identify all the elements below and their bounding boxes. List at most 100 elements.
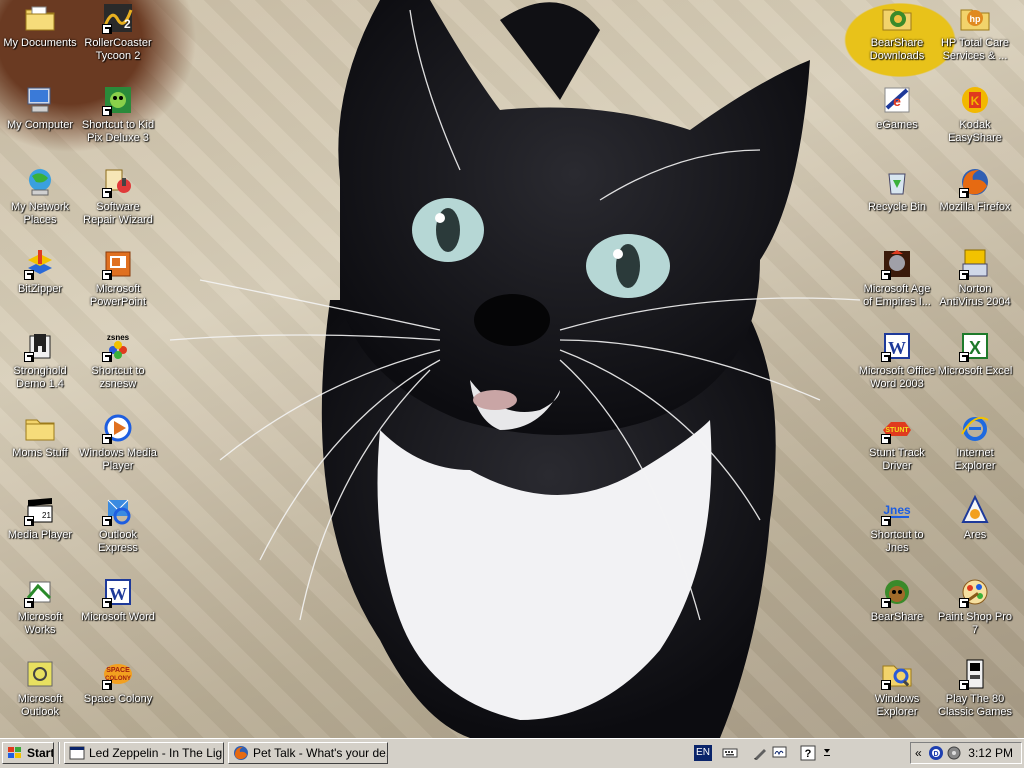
powerpoint-icon [102,248,134,280]
help-icon[interactable]: ? [800,745,816,761]
word-icon: W [102,576,134,608]
task-button-led-zeppelin[interactable]: Led Zeppelin - In The Lig... [64,742,224,764]
desktop-icon-label: BearShare [870,611,924,623]
desktop-icon-recycle-bin[interactable]: Recycle Bin [858,166,936,214]
svg-text:X: X [969,338,981,358]
desktop-icon-software-repair-wizard[interactable]: Software Repair Wizard [79,166,157,227]
desktop-icon-norton-antivirus-2004[interactable]: Norton AntiVirus 2004 [936,248,1014,309]
task-button-pet-talk[interactable]: Pet Talk - What's your de... [228,742,388,764]
svg-text:hp: hp [970,14,981,24]
desktop-icon-microsoft-office-word-2003[interactable]: W Microsoft Office Word 2003 [858,330,936,391]
desktop-icon-label: Software Repair Wizard [83,201,153,226]
desktop-icon-ares[interactable]: Ares [936,494,1014,542]
desktop-icon-outlook-express[interactable]: Outlook Express [79,494,157,555]
desktop-icon-shortcut-to-zsnesw[interactable]: zsnes Shortcut to zsnesw [79,330,157,391]
svg-text:zsnes: zsnes [107,333,130,342]
age-of-empires-icon [881,248,913,280]
paint-shop-icon [959,576,991,608]
desktop-icon-my-documents[interactable]: My Documents [1,2,79,50]
windows-logo-icon [8,747,21,758]
shortcut-arrow-icon [959,270,969,280]
desktop-icon-play-the-80-classic-games[interactable]: Play The 80 Classic Games [936,658,1014,719]
recycle-bin-icon [881,166,913,198]
desktop-icon-label: My Network Places [10,201,70,226]
desktop-icon-hp-total-care-services[interactable]: hp HP Total Care Services & ... [936,2,1014,63]
desktop-icon-stunt-track-driver[interactable]: STUNT Stunt Track Driver [858,412,936,473]
desktop-icon-microsoft-age-of-empires-i[interactable]: Microsoft Age of Empires I... [858,248,936,309]
shortcut-arrow-icon [881,680,891,690]
desktop-icon-label: Windows Media Player [79,447,157,472]
desktop-icon-shortcut-to-kid-pix-deluxe-3[interactable]: Shortcut to Kid Pix Deluxe 3 [79,84,157,145]
desktop-icon-microsoft-word[interactable]: W Microsoft Word [79,576,157,624]
shortcut-arrow-icon [102,352,112,362]
network-icon [24,166,56,198]
desktop-icon-label: My Documents [3,37,77,49]
castle-icon [24,330,56,362]
options-arrow-icon[interactable] [822,745,832,761]
desktop-icon-moms-stuff[interactable]: Moms Stuff [1,412,79,460]
pen-tool-icon[interactable] [752,745,768,761]
shortcut-arrow-icon [24,270,34,280]
shortcut-arrow-icon [881,352,891,362]
media-player-icon [102,412,134,444]
computer-icon [24,84,56,116]
shortcut-arrow-icon [959,188,969,198]
desktop-icon-my-computer[interactable]: My Computer [1,84,79,132]
start-button[interactable]: Start [2,742,54,764]
app-window-icon [69,746,85,760]
works-icon [24,576,56,608]
space-colony-icon: SPACE COLONY [102,658,134,690]
stunt-track-icon: STUNT [881,412,913,444]
rollercoaster-icon: 2 [102,2,134,34]
taskbar-separator [58,742,60,764]
desktop-icon-shortcut-to-jnes[interactable]: Jnes Shortcut to Jnes [858,494,936,555]
desktop-icon-windows-media-player[interactable]: Windows Media Player [79,412,157,473]
outlook-icon [24,658,56,690]
svg-text:SPACE: SPACE [106,667,130,674]
keyboard-icon[interactable] [722,745,738,761]
desktop-icon-microsoft-excel[interactable]: X Microsoft Excel [936,330,1014,378]
shortcut-arrow-icon [102,598,112,608]
language-indicator[interactable]: EN [694,745,712,761]
desktop-icon-microsoft-powerpoint[interactable]: Microsoft PowerPoint [79,248,157,309]
desktop-icon-label: Stunt Track Driver [869,447,925,472]
desktop-icon-label: Internet Explorer [954,447,996,472]
shortcut-arrow-icon [102,434,112,444]
desktop-icon-media-player[interactable]: 21 Media Player [1,494,79,542]
folder-documents-icon [24,2,56,34]
desktop-icon-stronghold-demo-1-4[interactable]: Stronghold Demo 1.4 [1,330,79,391]
desktop-icon-microsoft-outlook[interactable]: Microsoft Outlook [1,658,79,719]
desktop-icon-space-colony[interactable]: SPACE COLONY Space Colony [79,658,157,706]
desktop-icon-my-network-places[interactable]: My Network Places [1,166,79,227]
word-icon: W [881,330,913,362]
svg-text:?: ? [805,748,812,760]
desktop-icon-windows-explorer[interactable]: Windows Explorer [858,658,936,719]
tray-app-icon[interactable]: D [928,745,944,761]
volume-icon[interactable] [946,745,962,761]
taskbar: Start Led Zeppelin - In The Lig... Pet T… [0,738,1024,768]
arcade-icon [959,658,991,690]
desktop-icon-label: My Computer [6,119,74,131]
shortcut-arrow-icon [102,270,112,280]
desktop[interactable]: My Documents My Computer My Network Places… [0,0,1024,738]
desktop-icon-internet-explorer[interactable]: Internet Explorer [936,412,1014,473]
desktop-icon-mozilla-firefox[interactable]: Mozilla Firefox [936,166,1014,214]
desktop-icon-label: Microsoft Excel [937,365,1013,377]
desktop-icon-label: Moms Stuff [12,447,68,459]
desktop-icon-rollercoaster-tycoon-2[interactable]: 2 RollerCoaster Tycoon 2 [79,2,157,63]
tray-expand-chevron[interactable]: « [915,746,922,760]
desktop-icon-egames[interactable]: e eGames [858,84,936,132]
desktop-icon-label: Microsoft Office Word 2003 [858,365,936,390]
desktop-icon-kodak-easyshare[interactable]: K Kodak EasyShare [936,84,1014,145]
desktop-icon-bearshare[interactable]: BearShare [858,576,936,624]
handwriting-icon[interactable] [772,745,788,761]
desktop-icon-bearshare-downloads[interactable]: BearShare Downloads [858,2,936,63]
desktop-icon-label: Microsoft Age of Empires I... [863,283,931,308]
svg-text:21: 21 [42,511,51,520]
desktop-icon-bitzipper[interactable]: BitZipper [1,248,79,296]
desktop-icon-paint-shop-pro-7[interactable]: Paint Shop Pro 7 [936,576,1014,637]
desktop-icon-label: HP Total Care Services & ... [940,37,1010,62]
desktop-icon-microsoft-works[interactable]: Microsoft Works [1,576,79,637]
clock[interactable]: 3:12 PM [968,746,1013,760]
svg-text:e: e [893,93,901,109]
